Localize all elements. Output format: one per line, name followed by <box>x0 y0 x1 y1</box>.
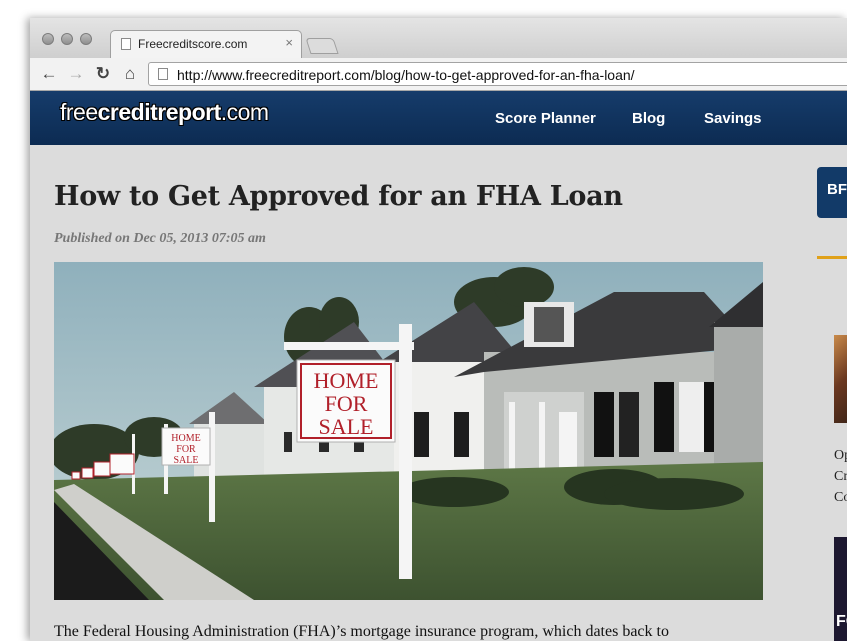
site-logo[interactable]: freecreditreport.com <box>60 99 269 126</box>
logo-text-creditreport: creditreport <box>97 99 222 125</box>
sidebar-thumbnail-2-text: FO <box>836 613 847 630</box>
back-arrow-icon[interactable]: ← <box>38 63 60 85</box>
zoom-window-button[interactable] <box>80 33 92 45</box>
article-hero-image: HOME FOR SALE HOME FOR SALE <box>54 262 763 600</box>
sidebar-divider <box>817 256 847 259</box>
nav-score-planner[interactable]: Score Planner <box>495 110 596 127</box>
sidebar-thumbnail-1[interactable] <box>834 335 847 423</box>
tab-strip: Freecreditscore.com × <box>30 18 847 58</box>
sign-big-line1: HOME <box>314 368 379 393</box>
close-tab-icon[interactable]: × <box>285 35 293 50</box>
url-text[interactable]: http://www.freecreditreport.com/blog/how… <box>177 67 635 83</box>
sign-medium-line3: SALE <box>174 455 199 466</box>
address-bar[interactable]: http://www.freecreditreport.com/blog/how… <box>148 62 847 86</box>
browser-toolbar: ← → ↻ ⌂ http://www.freecreditreport.com/… <box>30 58 847 91</box>
nav-savings[interactable]: Savings <box>704 110 762 127</box>
close-window-button[interactable] <box>42 33 54 45</box>
browser-window: Freecreditscore.com × ← → ↻ ⌂ http://www… <box>30 18 847 641</box>
new-tab-button[interactable] <box>305 38 339 54</box>
sign-big-line3: SALE <box>319 414 374 439</box>
minimize-window-button[interactable] <box>61 33 73 45</box>
forward-arrow-icon[interactable]: → <box>65 63 87 85</box>
article-title: How to Get Approved for an FHA Loan <box>54 181 623 212</box>
sign-medium-line2: FOR <box>176 444 196 455</box>
sidebar-item-1-line1[interactable]: Op <box>834 448 847 464</box>
sign-big-line2: FOR <box>325 391 368 416</box>
page-icon <box>158 68 168 80</box>
article-body-first-line: The Federal Housing Administration (FHA)… <box>54 623 669 640</box>
sidebar-item-1-line2[interactable]: Cr <box>834 469 847 485</box>
sidebar-thumbnail-2[interactable]: FO <box>834 537 847 641</box>
sign-medium-line1: HOME <box>171 433 200 444</box>
sidebar-item-1-line3[interactable]: Co <box>834 490 847 506</box>
nav-blog[interactable]: Blog <box>632 110 665 127</box>
logo-text-free: free <box>60 99 98 125</box>
home-icon[interactable]: ⌂ <box>119 63 141 85</box>
page-content: How to Get Approved for an FHA Loan Publ… <box>30 145 847 641</box>
logo-text-dotcom: .com <box>220 99 269 125</box>
reload-icon[interactable]: ↻ <box>92 63 114 85</box>
published-date: Published on Dec 05, 2013 07:05 am <box>54 231 266 246</box>
tab-title: Freecreditscore.com <box>138 37 248 51</box>
sidebar-button[interactable]: BF <box>817 167 847 218</box>
page-icon <box>121 38 131 50</box>
site-header: freecreditreport.com Score Planner Blog … <box>30 91 847 145</box>
browser-tab[interactable]: Freecreditscore.com × <box>110 30 302 58</box>
